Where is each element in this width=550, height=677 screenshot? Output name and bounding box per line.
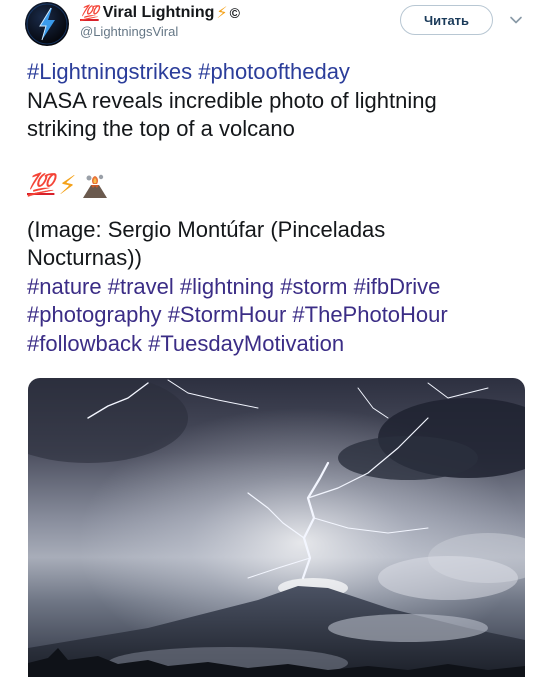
hashtag-link[interactable]: #photooftheday [198,59,350,84]
display-name[interactable]: Viral Lightning [103,4,215,22]
hashtag-line-top: #Lightningstrikes #photooftheday [27,58,527,87]
credit-line: (Image: Sergio Montúfar (Pinceladas [27,216,386,242]
hashtag-line: #photography #StormHour #ThePhotoHour [27,301,527,330]
hashtag-link[interactable]: #TuesdayMotivation [148,331,344,356]
hashtag-link[interactable]: #ThePhotoHour [292,302,447,327]
credit-line: Nocturnas)) [27,245,142,270]
tweet-header: 💯 Viral Lightning ⚡ © @LightningsViral Ч… [0,0,550,56]
hashtag-line: #followback #TuesdayMotivation [27,330,527,359]
bolt-icon: ⚡ [58,170,77,201]
hashtag-link[interactable]: #lightning [180,274,274,299]
account-name-row[interactable]: 💯 Viral Lightning ⚡ © [80,2,240,24]
follow-button[interactable]: Читать [400,5,493,35]
chevron-down-icon[interactable] [509,13,523,27]
hundred-icon: 💯 [80,5,99,22]
hashtag-link[interactable]: #Lightningstrikes [27,59,192,84]
headline-line: NASA reveals incredible photo of lightni… [27,87,437,113]
tweet-text: #Lightningstrikes #photooftheday NASA re… [27,58,527,358]
hashtag-link[interactable]: #followback [27,331,142,356]
hashtag-link[interactable]: #nature [27,274,102,299]
volcano-icon [81,173,109,199]
headline-line: striking the top of a volcano [27,116,295,141]
hashtag-link[interactable]: #storm [280,274,347,299]
hashtag-link[interactable]: #ifbDrive [354,274,441,299]
hashtag-line: #nature #travel #lightning #storm #ifbDr… [27,273,527,302]
account-avatar[interactable] [25,2,69,46]
hashtag-link[interactable]: #photography [27,302,162,327]
hundred-icon: 💯 [27,172,55,198]
lightning-avatar-icon [26,3,68,45]
copyright-icon: © [229,5,240,21]
tweet-photo[interactable] [28,378,525,677]
account-handle[interactable]: @LightningsViral [80,24,178,39]
bolt-icon: ⚡ [216,5,228,22]
hashtag-link[interactable]: #StormHour [168,302,287,327]
lightning-volcano-photo-icon [28,378,525,677]
hashtag-link[interactable]: #travel [108,274,174,299]
emoji-line: 💯 ⚡ [27,156,527,216]
